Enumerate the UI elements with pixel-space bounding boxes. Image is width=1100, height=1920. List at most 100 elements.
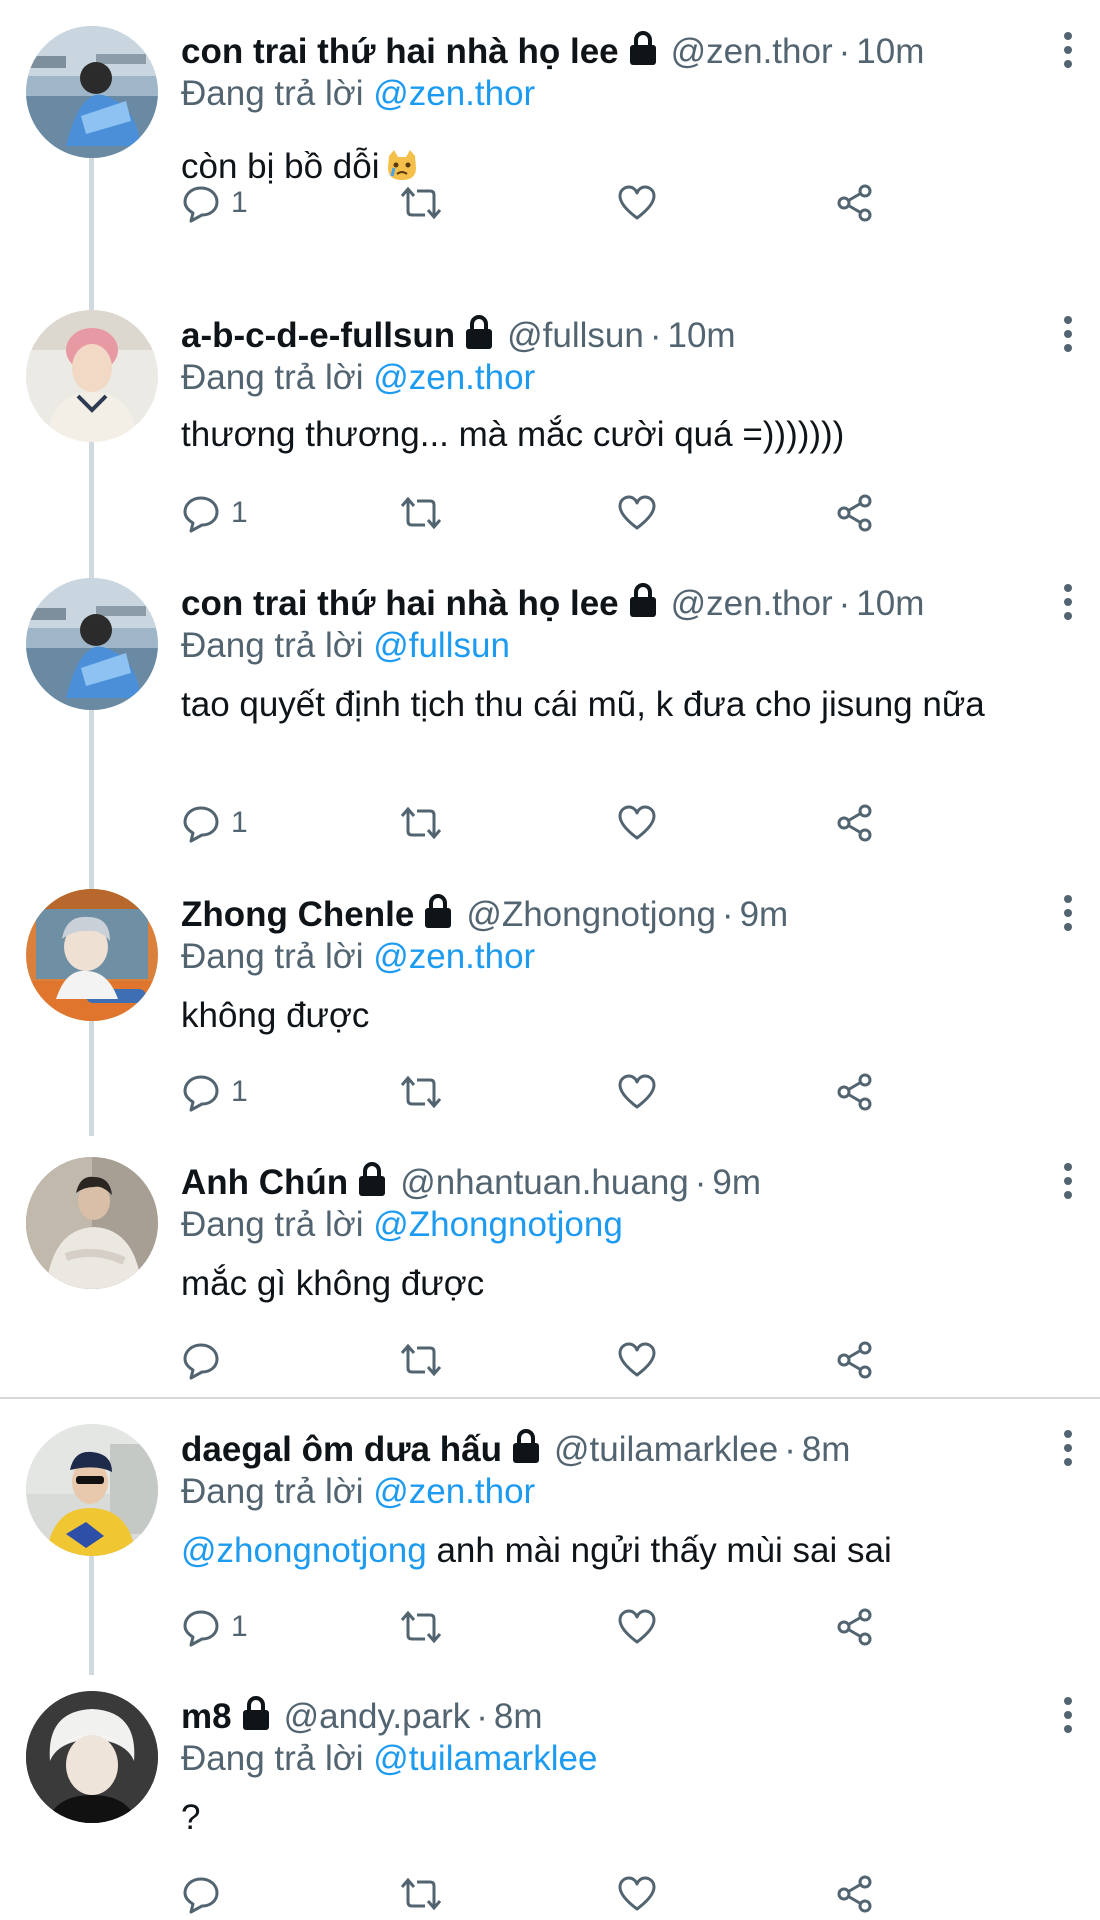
tweet[interactable]: con trai thứ hai nhà họ lee @zen.thor · 10m… [0, 26, 1100, 286]
tweet[interactable]: m8 @andy.park · 8m Đang trả lời @tuilamarkl… [0, 1691, 1100, 1920]
user-handle[interactable]: @nhantuan.huang [400, 1163, 689, 1202]
lock-icon [240, 1694, 272, 1734]
separator-dot: · [694, 1163, 707, 1202]
timestamp[interactable]: 10m [856, 584, 924, 623]
replying-prefix: Đang trả lời [181, 1739, 364, 1778]
replying-to-mention[interactable]: @fullsun [373, 626, 510, 665]
user-handle[interactable]: @fullsun [507, 316, 644, 355]
avatar[interactable] [26, 26, 158, 158]
like-button[interactable] [617, 1067, 657, 1117]
timestamp[interactable]: 10m [856, 32, 924, 71]
replying-prefix: Đang trả lời [181, 937, 364, 976]
user-handle[interactable]: @tuilamarklee [554, 1430, 778, 1469]
tweet-text: mắc gì không được [181, 1261, 1000, 1306]
more-vertical-icon[interactable] [1048, 312, 1088, 360]
reply-button[interactable]: 1 [181, 178, 248, 228]
like-button[interactable] [617, 178, 657, 228]
reply-bubble-icon [183, 186, 219, 223]
tweet-actions: 1 [181, 1067, 901, 1117]
reply-button[interactable] [181, 1869, 231, 1919]
share-button[interactable] [835, 1602, 875, 1652]
display-name[interactable]: daegal ôm dưa hấu [181, 1430, 502, 1469]
like-button[interactable] [617, 1335, 657, 1385]
like-button[interactable] [617, 798, 657, 848]
like-button[interactable] [617, 488, 657, 538]
user-handle[interactable]: @zen.thor [671, 584, 833, 623]
tweet-text: không được [181, 993, 1000, 1038]
retweet-button[interactable] [399, 1335, 443, 1385]
replying-to-mention[interactable]: @zen.thor [373, 358, 535, 397]
tweet[interactable]: Anh Chún @nhantuan.huang · 9m Đang trả lời … [0, 1157, 1100, 1397]
reply-button[interactable]: 1 [181, 1602, 248, 1652]
replying-prefix: Đang trả lời [181, 626, 364, 665]
tweet-header: daegal ôm dưa hấu @tuilamarklee · 8m [181, 1426, 1020, 1474]
share-button[interactable] [835, 798, 875, 848]
share-button[interactable] [835, 1869, 875, 1919]
replying-to-mention[interactable]: @zen.thor [373, 937, 535, 976]
replying-prefix: Đang trả lời [181, 1472, 364, 1511]
avatar[interactable] [26, 1691, 158, 1823]
retweet-button[interactable] [399, 178, 443, 228]
retweet-button[interactable] [399, 1067, 443, 1117]
share-button[interactable] [835, 178, 875, 228]
replying-to-mention[interactable]: @Zhongnotjong [373, 1205, 623, 1244]
user-handle[interactable]: @Zhongnotjong [466, 895, 716, 934]
replying-to: Đang trả lời @fullsun [181, 622, 510, 670]
avatar[interactable] [26, 310, 158, 442]
more-vertical-icon[interactable] [1048, 1693, 1088, 1741]
user-handle[interactable]: @andy.park [284, 1697, 471, 1736]
replying-to-mention[interactable]: @zen.thor [373, 74, 535, 113]
timestamp[interactable]: 8m [802, 1430, 851, 1469]
display-name[interactable]: con trai thứ hai nhà họ lee [181, 32, 619, 71]
reply-bubble-icon [183, 1877, 219, 1914]
avatar[interactable] [26, 1157, 158, 1289]
reply-button[interactable]: 1 [181, 1067, 248, 1117]
tweet[interactable]: a-b-c-d-e-fullsun @fullsun · 10m Đang trả l… [0, 310, 1100, 550]
replying-to-mention[interactable]: @tuilamarklee [373, 1739, 597, 1778]
timestamp[interactable]: 9m [712, 1163, 761, 1202]
like-button[interactable] [617, 1602, 657, 1652]
separator-dot: · [838, 32, 851, 71]
retweet-button[interactable] [399, 488, 443, 538]
retweet-button[interactable] [399, 798, 443, 848]
replying-to-mention[interactable]: @zen.thor [373, 1472, 535, 1511]
avatar[interactable] [26, 1424, 158, 1556]
display-name[interactable]: Anh Chún [181, 1163, 348, 1202]
avatar[interactable] [26, 889, 158, 1021]
tweet-mention-link[interactable]: @zhongnotjong [181, 1531, 427, 1570]
more-vertical-icon[interactable] [1048, 580, 1088, 628]
display-name[interactable]: m8 [181, 1697, 232, 1736]
tweet-header: con trai thứ hai nhà họ lee @zen.thor · 10m [181, 580, 1020, 628]
reply-button[interactable]: 1 [181, 488, 248, 538]
avatar[interactable] [26, 578, 158, 710]
retweet-button[interactable] [399, 1869, 443, 1919]
share-icon [837, 1341, 872, 1379]
retweet-button[interactable] [399, 1602, 443, 1652]
more-vertical-icon[interactable] [1048, 28, 1088, 76]
more-vertical-icon[interactable] [1048, 891, 1088, 939]
display-name[interactable]: a-b-c-d-e-fullsun [181, 316, 455, 355]
display-name[interactable]: con trai thứ hai nhà họ lee [181, 584, 619, 623]
more-vertical-icon[interactable] [1048, 1159, 1088, 1207]
tweet[interactable]: daegal ôm dưa hấu @tuilamarklee · 8m Đang t… [0, 1424, 1100, 1664]
tweet-text-content: tao quyết định tịch thu cái mũ, k đưa ch… [181, 685, 985, 724]
like-button[interactable] [617, 1869, 657, 1919]
tweet[interactable]: Zhong Chenle @Zhongnotjong · 9m Đang trả lờ… [0, 889, 1100, 1129]
crying-cat-emoji [385, 148, 419, 182]
share-button[interactable] [835, 488, 875, 538]
timestamp[interactable]: 9m [740, 895, 789, 934]
share-button[interactable] [835, 1335, 875, 1385]
share-button[interactable] [835, 1067, 875, 1117]
tweet-actions: 1 [181, 178, 901, 228]
tweet-text-content: mắc gì không được [181, 1264, 485, 1303]
user-handle[interactable]: @zen.thor [671, 32, 833, 71]
more-vertical-icon[interactable] [1048, 1426, 1088, 1474]
display-name[interactable]: Zhong Chenle [181, 895, 414, 934]
timestamp[interactable]: 10m [668, 316, 736, 355]
tweet[interactable]: con trai thứ hai nhà họ lee @zen.thor · 10m… [0, 578, 1100, 858]
reply-button[interactable]: 1 [181, 798, 248, 848]
reply-button[interactable] [181, 1335, 231, 1385]
timestamp[interactable]: 8m [494, 1697, 543, 1736]
reply-count: 1 [231, 496, 248, 529]
lock-icon [422, 892, 454, 932]
